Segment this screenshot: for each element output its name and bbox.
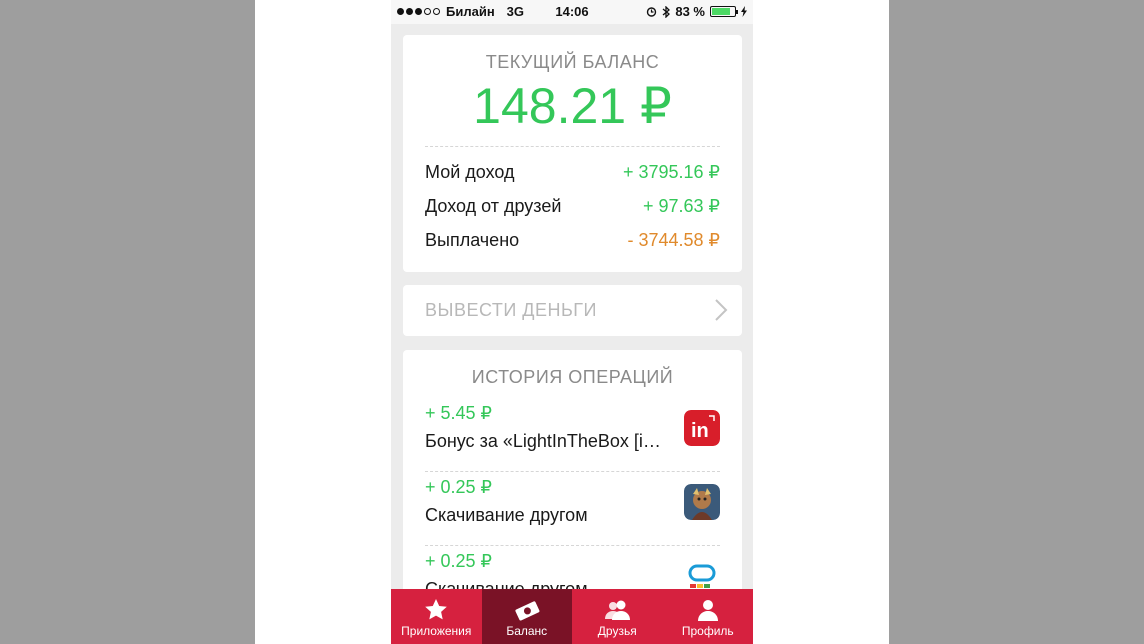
charging-icon [741, 6, 747, 17]
friends-icon [605, 600, 631, 620]
tab-friends[interactable]: Друзья [572, 589, 663, 644]
svg-text:in: in [691, 420, 709, 442]
lightinthebox-app-icon: in [684, 410, 720, 446]
phone-screen: Билайн 3G 14:06 83 % ТЕКУЩИЙ БАЛАНС 148.… [391, 0, 753, 644]
history-description: Скачивание другом [425, 505, 588, 525]
stat-value: + 97.63 ₽ [642, 195, 720, 216]
bluetooth-icon [662, 5, 671, 18]
history-amount: + 0.25 ₽ [425, 551, 492, 571]
tab-apps[interactable]: Приложения [391, 589, 482, 644]
stat-row-friends-income: Доход от друзей + 97.63 ₽ [425, 191, 720, 221]
stat-label: Выплачено [425, 229, 520, 250]
game-app-icon [684, 484, 720, 520]
tab-bar: Приложения Баланс Друзья Профиль [391, 589, 753, 644]
tab-profile[interactable]: Профиль [663, 589, 754, 644]
tab-label: Друзья [597, 624, 637, 638]
stat-label: Мой доход [425, 161, 515, 182]
history-description: Бонус за «LightInTheBox [i… [425, 431, 661, 451]
tab-label: Баланс [506, 624, 548, 638]
stat-label: Доход от друзей [425, 195, 562, 216]
history-item[interactable]: + 0.25 ₽ Скачивание другом [425, 474, 720, 546]
tab-label: Профиль [681, 624, 734, 638]
history-card: ИСТОРИЯ ОПЕРАЦИЙ + 5.45 ₽ Бонус за «Ligh… [403, 350, 742, 600]
history-title: ИСТОРИЯ ОПЕРАЦИЙ [471, 367, 674, 387]
history-separator [425, 471, 720, 472]
money-icon [515, 601, 540, 621]
battery-percent: 83 % [675, 4, 705, 19]
tab-balance[interactable]: Баланс [481, 589, 572, 644]
stat-row-paid-out: Выплачено - 3744.58 ₽ [425, 225, 720, 255]
profile-icon [697, 600, 718, 621]
history-amount: + 0.25 ₽ [425, 477, 492, 497]
stat-row-income: Мой доход + 3795.16 ₽ [425, 157, 720, 187]
stat-value: + 3795.16 ₽ [622, 161, 720, 182]
history-item[interactable]: + 5.45 ₽ Бонус за «LightInTheBox [i… in [425, 400, 720, 472]
tab-label: Приложения [401, 624, 472, 638]
status-bar: Билайн 3G 14:06 83 % [391, 0, 753, 24]
status-right: 83 % [646, 4, 747, 19]
star-icon [425, 599, 448, 620]
balance-amount: 148.21 ₽ [473, 78, 672, 134]
balance-title: ТЕКУЩИЙ БАЛАНС [485, 52, 660, 72]
history-amount: + 5.45 ₽ [425, 403, 492, 423]
balance-divider [425, 146, 720, 147]
chevron-right-icon [715, 299, 728, 321]
alarm-icon [647, 7, 657, 17]
withdraw-money-button[interactable]: ВЫВЕСТИ ДЕНЬГИ [403, 285, 742, 336]
withdraw-label: ВЫВЕСТИ ДЕНЬГИ [425, 300, 597, 320]
battery-icon [710, 6, 738, 17]
stat-value: - 3744.58 ₽ [627, 229, 720, 250]
balance-card: ТЕКУЩИЙ БАЛАНС 148.21 ₽ Мой доход + 3795… [403, 35, 742, 272]
history-separator [425, 545, 720, 546]
